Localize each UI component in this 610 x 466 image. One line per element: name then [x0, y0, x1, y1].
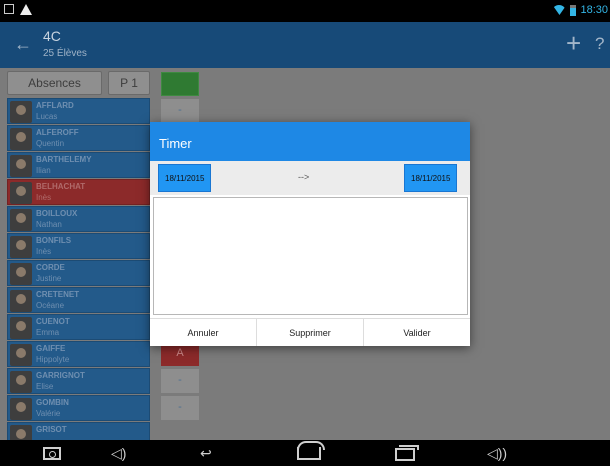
notification-icons	[4, 4, 32, 15]
navigation-bar: ◁) ↩ ◁))	[0, 440, 610, 466]
battery-icon	[570, 4, 577, 16]
cancel-button[interactable]: Annuler	[150, 319, 257, 346]
student-row[interactable]: BOILLOUX Nathan	[7, 206, 150, 232]
student-avatar	[10, 371, 32, 393]
screenshot-notification-icon	[4, 4, 14, 14]
student-first-name: Justine	[36, 274, 62, 283]
volume-up-icon[interactable]: ◁))	[487, 445, 507, 462]
start-date-button[interactable]: 18/11/2015	[158, 164, 212, 192]
student-row[interactable]: CORDE Justine	[7, 260, 150, 286]
attendance-mark[interactable]: -	[161, 369, 199, 393]
student-last-name: AFFLARD	[36, 101, 74, 110]
student-first-name: Inès	[36, 193, 52, 202]
student-row[interactable]: AFFLARD Lucas	[7, 98, 150, 124]
student-row[interactable]: BELHACHAT Inès	[7, 179, 150, 205]
student-last-name: ALFEROFF	[36, 128, 79, 137]
student-row[interactable]: GAIFFE Hippolyte	[7, 341, 150, 367]
home-icon[interactable]	[297, 441, 325, 460]
student-row[interactable]: BONFILS Inès	[7, 233, 150, 259]
student-first-name: Inès	[36, 247, 52, 256]
student-first-name: Nathan	[36, 220, 62, 229]
student-row[interactable]: CRETENET Océane	[7, 287, 150, 313]
status-bar: 18:30	[0, 0, 610, 22]
class-title: 4C	[43, 28, 61, 44]
validate-button[interactable]: Valider	[364, 319, 470, 346]
student-avatar	[10, 344, 32, 366]
student-avatar	[10, 398, 32, 420]
clock: 18:30	[580, 4, 608, 16]
period-button[interactable]: P 1	[108, 71, 150, 95]
timer-dialog: Timer 18/11/2015 --> 18/11/2015 Annuler …	[150, 122, 470, 346]
date-range-row: 18/11/2015 --> 18/11/2015	[150, 161, 470, 195]
recent-apps-icon[interactable]	[395, 445, 419, 461]
student-first-name: Valérie	[36, 409, 61, 418]
delete-button[interactable]: Supprimer	[257, 319, 364, 346]
screenshot-icon[interactable]	[43, 447, 61, 460]
wifi-icon	[552, 5, 567, 15]
student-row[interactable]: GARRIGNOT Elise	[7, 368, 150, 394]
student-first-name: Emma	[36, 328, 60, 337]
present-column-header[interactable]	[161, 72, 199, 96]
student-first-name: Elise	[36, 382, 54, 391]
student-last-name: GARRIGNOT	[36, 371, 85, 380]
student-avatar	[10, 317, 32, 339]
student-last-name: BELHACHAT	[36, 182, 86, 191]
warning-icon	[20, 4, 32, 15]
dialog-actions: Annuler Supprimer Valider	[150, 318, 470, 346]
student-first-name: Quentin	[36, 139, 65, 148]
absences-button[interactable]: Absences	[7, 71, 102, 95]
student-avatar	[10, 155, 32, 177]
app-bar: ← 4C 25 Élèves + ?	[0, 22, 610, 68]
attendance-mark[interactable]: -	[161, 396, 199, 420]
volume-down-icon[interactable]: ◁)	[111, 445, 126, 462]
end-date-button[interactable]: 18/11/2015	[404, 164, 458, 192]
student-avatar	[10, 263, 32, 285]
student-last-name: GRISOT	[36, 425, 67, 434]
student-avatar	[10, 128, 32, 150]
student-row[interactable]: BARTHELEMY Ilian	[7, 152, 150, 178]
student-row[interactable]: GOMBIN Valérie	[7, 395, 150, 421]
student-row[interactable]: GRISOT	[7, 422, 150, 440]
student-row[interactable]: ALFEROFF Quentin	[7, 125, 150, 151]
student-avatar	[10, 425, 32, 440]
timer-text-input[interactable]	[153, 197, 468, 315]
student-first-name: Ilian	[36, 166, 51, 175]
system-icons: 18:30	[552, 4, 608, 16]
student-avatar	[10, 182, 32, 204]
student-first-name: Océane	[36, 301, 65, 310]
student-avatar	[10, 290, 32, 312]
dialog-title: Timer	[150, 122, 470, 161]
student-last-name: BOILLOUX	[36, 209, 78, 218]
student-last-name: BARTHELEMY	[36, 155, 92, 164]
student-last-name: BONFILS	[36, 236, 72, 245]
student-last-name: GOMBIN	[36, 398, 69, 407]
back-arrow-icon[interactable]: ←	[14, 34, 32, 55]
help-icon[interactable]: ?	[595, 34, 604, 54]
back-icon[interactable]: ↩	[200, 445, 212, 462]
student-count: 25 Élèves	[43, 48, 87, 59]
student-last-name: GAIFFE	[36, 344, 66, 353]
date-arrow: -->	[298, 172, 310, 182]
add-icon[interactable]: +	[566, 28, 581, 59]
student-first-name: Hippolyte	[36, 355, 70, 364]
student-avatar	[10, 209, 32, 231]
attendance-mark[interactable]: -	[161, 99, 199, 123]
student-first-name: Lucas	[36, 112, 58, 121]
student-row[interactable]: CUENOT Emma	[7, 314, 150, 340]
student-last-name: CORDE	[36, 263, 65, 272]
student-last-name: CUENOT	[36, 317, 70, 326]
student-last-name: CRETENET	[36, 290, 80, 299]
student-avatar	[10, 236, 32, 258]
student-avatar	[10, 101, 32, 123]
